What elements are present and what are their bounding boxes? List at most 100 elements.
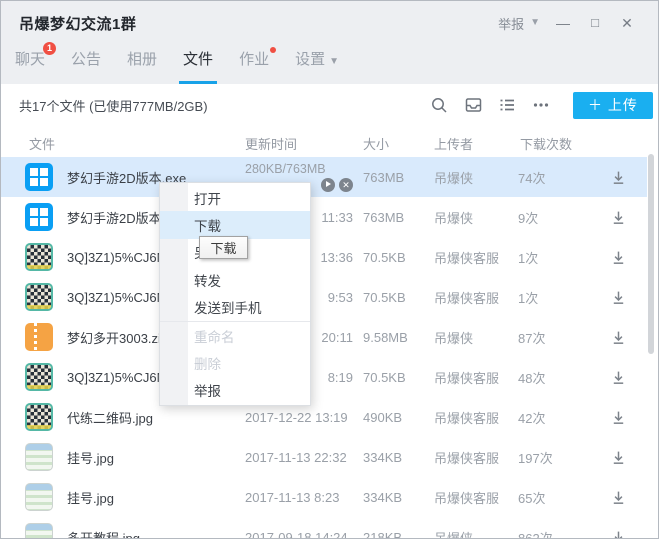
uploader: 吊爆侠客服 xyxy=(434,410,500,426)
file-icon-cell xyxy=(25,197,53,237)
table-row[interactable]: 梦幻手游2D版本.exe 11:33 763MB 吊爆侠 9次 xyxy=(1,197,658,237)
download-icon[interactable] xyxy=(605,357,631,397)
uploader: 吊爆侠 xyxy=(434,210,474,226)
uploader: 吊爆侠 xyxy=(434,330,474,346)
titlebar-controls: 举报 ▼ — □ ✕ xyxy=(498,11,636,35)
download-icon[interactable] xyxy=(605,237,631,277)
table-row[interactable]: 3Q]3Z1)5%CJ6N 8:19 70.5KB 吊爆侠客服 48次 xyxy=(1,357,658,397)
tab-相册[interactable]: 相册 xyxy=(127,49,157,84)
tab-label: 公告 xyxy=(71,51,102,68)
download-manager-icon[interactable] xyxy=(463,95,483,115)
download-icon[interactable] xyxy=(605,397,631,437)
tab-聊天[interactable]: 聊天 1 xyxy=(15,42,57,84)
table-row[interactable]: 梦幻多开3003.zip 20:11 9.58MB 吊爆侠 87次 xyxy=(1,317,658,357)
upload-button[interactable]: ＋ 上传 xyxy=(573,91,653,119)
menu-item-发送到手机[interactable]: 发送到手机 xyxy=(160,294,310,321)
uploader: 吊爆侠客服 xyxy=(434,250,500,266)
unread-badge: 1 xyxy=(43,42,57,55)
download-icon[interactable] xyxy=(605,197,631,237)
cancel-icon[interactable]: ✕ xyxy=(339,177,353,192)
file-icon-cell xyxy=(25,437,53,477)
menu-item-打开[interactable]: 打开 xyxy=(160,184,310,211)
column-header: 文件 xyxy=(29,137,56,152)
scrollbar-thumb[interactable] xyxy=(648,154,654,354)
table-row[interactable]: 3Q]3Z1)5%CJ6N 9:53 70.5KB 吊爆侠客服 1次 xyxy=(1,277,658,317)
window-header: 吊爆梦幻交流1群 举报 ▼ — □ ✕ 聊天 1 公告 相册 文件 作业 设置 ▼ xyxy=(1,1,658,84)
file-list: 梦幻手游2D版本.exe 280KB/763MB ✕ 763MB 吊爆侠 74次 梦幻手游2… xyxy=(1,157,658,539)
exe-file-icon xyxy=(25,203,53,231)
tab-label: 聊天 xyxy=(15,51,46,68)
img-file-icon xyxy=(25,523,53,538)
chevron-down-icon: ▼ xyxy=(530,17,540,28)
table-row[interactable]: 挂号.jpg 2017-11-13 22:32 334KB 吊爆侠客服 197次 xyxy=(1,437,658,477)
table-row[interactable]: 3Q]3Z1)5%CJ6N 13:36 70.5KB 吊爆侠客服 1次 xyxy=(1,237,658,277)
notification-dot-icon xyxy=(270,47,277,53)
search-icon[interactable] xyxy=(429,95,449,115)
table-header: 文件 更新时间 大小 上传者 下载次数 xyxy=(1,126,658,157)
file-size: 9.58MB xyxy=(363,329,408,345)
table-row[interactable]: 多开教程.jpg 2017-09-18 14:24 218KB 吊爆侠 862次 xyxy=(1,517,658,539)
uploader: 吊爆侠 xyxy=(434,530,474,539)
download-count: 74次 xyxy=(518,170,546,186)
tab-label: 作业 xyxy=(239,51,270,68)
download-count: 862次 xyxy=(518,530,553,539)
file-size: 218KB xyxy=(363,529,403,539)
download-icon[interactable] xyxy=(605,157,631,197)
file-size: 763MB xyxy=(363,209,405,225)
tab-label: 设置 xyxy=(295,51,326,68)
download-icon[interactable] xyxy=(605,277,631,317)
titlebar: 吊爆梦幻交流1群 举报 ▼ — □ ✕ xyxy=(19,11,648,35)
file-count-summary: 共17个文件 (已使用777MB/2GB) xyxy=(19,98,208,114)
table-row[interactable]: 梦幻手游2D版本.exe 280KB/763MB ✕ 763MB 吊爆侠 74次 xyxy=(1,157,647,197)
menu-item-举报[interactable]: 举报 xyxy=(160,377,310,404)
report-label: 举报 xyxy=(498,16,525,32)
maximize-button[interactable]: □ xyxy=(586,14,604,32)
uploader: 吊爆侠客服 xyxy=(434,490,500,506)
file-name: 挂号.jpg xyxy=(67,450,114,466)
update-time: 2017-11-13 22:32 xyxy=(245,449,347,465)
report-dropdown[interactable]: 举报 ▼ xyxy=(498,14,540,33)
tab-公告[interactable]: 公告 xyxy=(71,49,101,84)
update-time: 2017-11-13 8:23 xyxy=(245,489,340,505)
file-icon-cell xyxy=(25,277,53,317)
more-icon[interactable] xyxy=(531,95,551,115)
column-header: 更新时间 xyxy=(245,137,298,152)
file-size: 334KB xyxy=(363,449,403,465)
tab-label: 相册 xyxy=(127,51,158,68)
file-size: 70.5KB xyxy=(363,249,406,265)
close-button[interactable]: ✕ xyxy=(618,14,636,32)
windows-logo-icon xyxy=(30,168,48,186)
download-icon[interactable] xyxy=(605,317,631,357)
resume-icon[interactable] xyxy=(321,177,335,192)
update-time: 2017-09-18 14:24 xyxy=(245,529,348,539)
download-tooltip: 下载 xyxy=(199,236,248,259)
minimize-button[interactable]: — xyxy=(554,14,572,32)
group-title: 吊爆梦幻交流1群 xyxy=(19,15,137,33)
qr-file-icon xyxy=(25,283,53,311)
file-icon-cell xyxy=(25,237,53,277)
menu-item-下载[interactable]: 下载 xyxy=(160,211,310,239)
download-icon[interactable] xyxy=(605,517,631,538)
download-count: 197次 xyxy=(518,450,553,466)
table-row[interactable]: 代练二维码.jpg 2017-12-22 13:19 490KB 吊爆侠客服 42次 xyxy=(1,397,658,437)
qr-file-icon xyxy=(25,403,53,431)
download-icon[interactable] xyxy=(605,477,631,517)
tab-作业[interactable]: 作业 xyxy=(239,47,277,84)
download-icon[interactable] xyxy=(605,437,631,477)
column-header: 下载次数 xyxy=(520,137,573,152)
download-count: 87次 xyxy=(518,330,546,346)
column-header: 上传者 xyxy=(434,137,474,152)
group-file-window: 吊爆梦幻交流1群 举报 ▼ — □ ✕ 聊天 1 公告 相册 文件 作业 设置 ▼ 共17个文… xyxy=(0,0,659,539)
windows-logo-icon xyxy=(30,208,48,226)
tab-文件[interactable]: 文件 xyxy=(179,49,218,84)
list-view-icon[interactable] xyxy=(497,95,517,115)
qr-file-icon xyxy=(25,243,53,271)
chevron-down-icon: ▼ xyxy=(329,56,339,67)
toolbar: 共17个文件 (已使用777MB/2GB) ＋ 上传 xyxy=(1,84,658,126)
menu-item-转发[interactable]: 转发 xyxy=(160,266,310,293)
table-row[interactable]: 挂号.jpg 2017-11-13 8:23 334KB 吊爆侠客服 65次 xyxy=(1,477,658,517)
file-size: 490KB xyxy=(363,409,403,425)
img-file-icon xyxy=(25,483,53,511)
tab-设置[interactable]: 设置 ▼ xyxy=(295,49,339,84)
qr-file-icon xyxy=(25,363,53,391)
